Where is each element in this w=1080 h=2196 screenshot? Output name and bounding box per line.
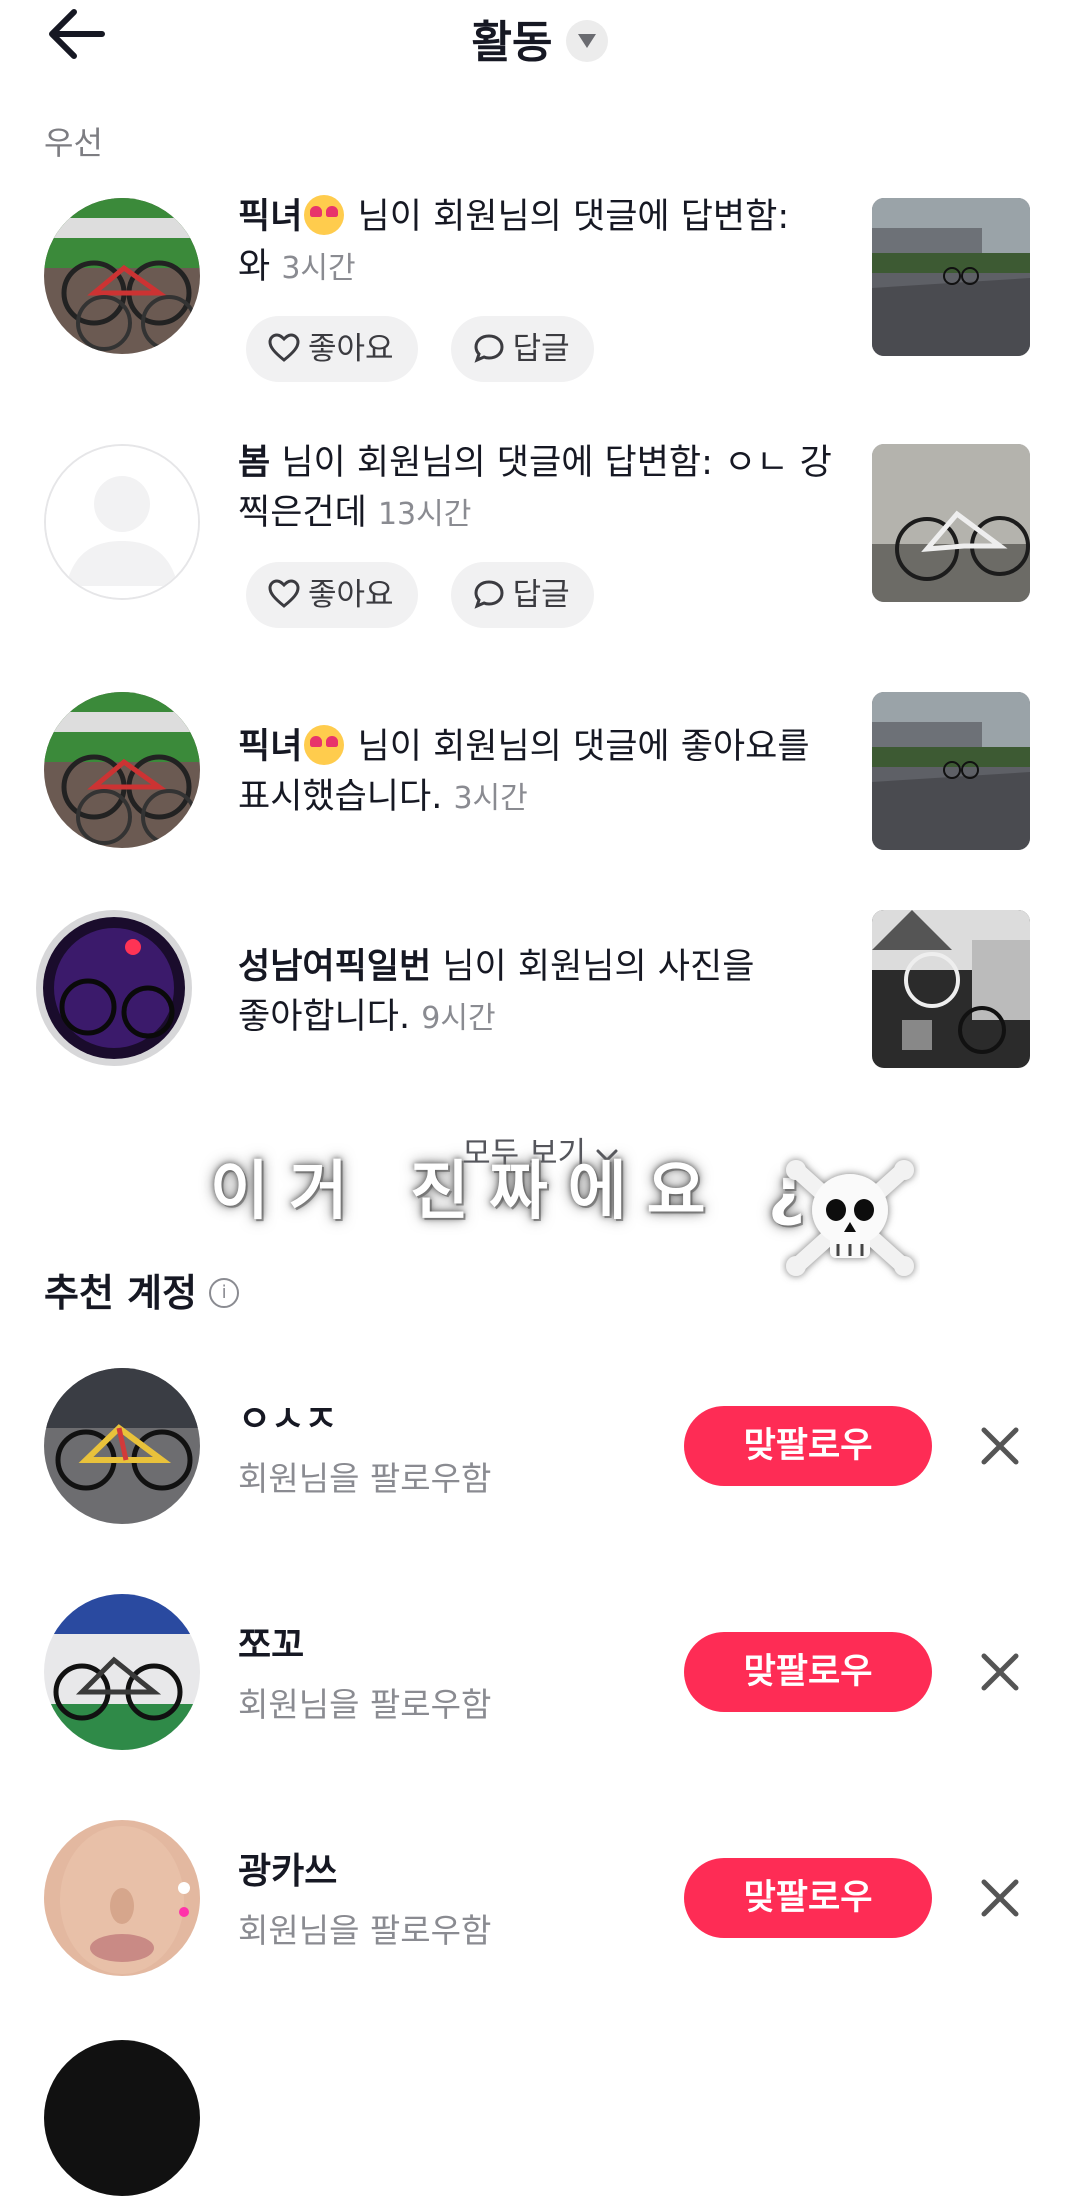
- reply-label: 답글: [512, 577, 570, 613]
- follow-back-button[interactable]: 맞팔로우: [684, 1632, 932, 1712]
- close-icon[interactable]: [980, 1878, 1020, 1918]
- overlay-caption: 이거 진짜에요 ¿: [210, 1155, 825, 1229]
- username[interactable]: 픽녀: [238, 727, 302, 767]
- account-subtitle: 회원님을 팔로우함: [238, 1685, 492, 1724]
- page-title-text: 활동: [471, 17, 553, 68]
- reply-button[interactable]: 답글: [450, 562, 594, 628]
- notification-text: 픽녀 님이 회원님의 댓글에 답변함: 와 3시간: [238, 192, 838, 294]
- account-subtitle: 회원님을 팔로우함: [238, 1459, 492, 1498]
- info-icon[interactable]: i: [209, 1277, 240, 1308]
- notification-action: 님이 회원님의 댓글에 좋아요를: [357, 727, 810, 767]
- account-name[interactable]: ㅇㅅㅈ: [238, 1390, 337, 1442]
- account-name[interactable]: 쪼꼬: [238, 1616, 304, 1668]
- header: 활동: [0, 0, 1080, 70]
- like-button[interactable]: 좋아요: [246, 316, 418, 382]
- section-label-priority: 우선: [44, 124, 103, 162]
- notification-action-cont: 좋아합니다.: [238, 997, 411, 1037]
- recommended-account[interactable]: 쪼꼬 회원님을 팔로우함 맞팔로우: [0, 1594, 1080, 1754]
- username[interactable]: 성남여픽일번: [238, 947, 431, 987]
- timestamp: 3시간: [281, 251, 356, 286]
- avatar-story-ring[interactable]: [36, 910, 192, 1066]
- recommended-title-text: 추천 계정: [44, 1271, 198, 1315]
- notification-action: 님이 회원님의 댓글에 답변함:: [281, 443, 713, 483]
- reply-button[interactable]: 답글: [450, 316, 594, 382]
- heart-eyes-emoji-icon: [304, 195, 345, 235]
- notification-actions: 좋아요 답글: [246, 562, 622, 628]
- like-label: 좋아요: [308, 331, 394, 367]
- notification-text: 성남여픽일번 님이 회원님의 사진을 좋아합니다. 9시간: [238, 942, 838, 1044]
- recommended-accounts-title: 추천 계정 i: [44, 1262, 240, 1317]
- timestamp: 9시간: [421, 1001, 496, 1036]
- comment-bubble-icon: [474, 333, 504, 363]
- avatar[interactable]: [44, 692, 200, 848]
- timestamp: 3시간: [453, 781, 528, 816]
- avatar[interactable]: [44, 198, 200, 354]
- avatar[interactable]: [44, 1820, 200, 1976]
- notification-action-cont: 표시했습니다.: [238, 777, 443, 817]
- heart-eyes-emoji-icon: [304, 725, 345, 765]
- notification-text: 픽녀 님이 회원님의 댓글에 좋아요를 표시했습니다. 3시간: [238, 722, 838, 824]
- post-thumbnail[interactable]: [872, 910, 1030, 1068]
- comment-content: 와: [238, 247, 271, 287]
- reply-label: 답글: [512, 331, 570, 367]
- notification-text: 봄 님이 회원님의 댓글에 답변함: ㅇㄴ 강 찍은건데 13시간: [238, 438, 838, 540]
- like-button[interactable]: 좋아요: [246, 562, 418, 628]
- dropdown-caret-icon[interactable]: [566, 20, 609, 62]
- notification-action: 님이 회원님의 댓글에 답변함:: [357, 197, 790, 237]
- username[interactable]: 봄: [238, 443, 270, 483]
- skull-crossbones-icon: [780, 1148, 920, 1288]
- notification-action: 님이 회원님의 사진을: [442, 947, 755, 987]
- timestamp: 13시간: [377, 497, 472, 532]
- avatar[interactable]: [44, 2040, 200, 2196]
- close-icon[interactable]: [980, 1426, 1020, 1466]
- heart-icon: [268, 578, 300, 608]
- recommended-account[interactable]: ㅇㅅㅈ 회원님을 팔로우함 맞팔로우: [0, 1368, 1080, 1528]
- username[interactable]: 픽녀: [238, 197, 302, 237]
- page-title[interactable]: 활동: [0, 6, 1080, 70]
- post-thumbnail[interactable]: [872, 444, 1030, 602]
- heart-icon: [268, 332, 300, 362]
- notification-actions: 좋아요 답글: [246, 316, 622, 382]
- close-icon[interactable]: [980, 1652, 1020, 1692]
- avatar[interactable]: [44, 1594, 200, 1750]
- avatar[interactable]: [44, 1368, 200, 1524]
- account-subtitle: 회원님을 팔로우함: [238, 1911, 492, 1950]
- post-thumbnail[interactable]: [872, 198, 1030, 356]
- like-label: 좋아요: [308, 577, 394, 613]
- follow-back-button[interactable]: 맞팔로우: [684, 1858, 932, 1938]
- comment-bubble-icon: [474, 579, 504, 609]
- avatar-default[interactable]: [44, 444, 200, 600]
- post-thumbnail[interactable]: [872, 692, 1030, 850]
- account-name[interactable]: 광카쓰: [238, 1842, 337, 1894]
- follow-back-button[interactable]: 맞팔로우: [684, 1406, 932, 1486]
- recommended-account[interactable]: 광카쓰 회원님을 팔로우함 맞팔로우: [0, 1820, 1080, 1980]
